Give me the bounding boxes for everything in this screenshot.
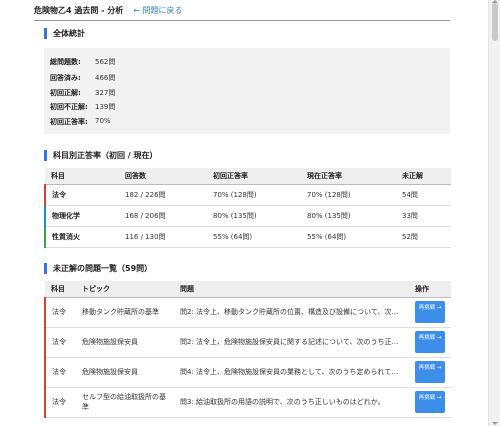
- scroll-down-arrow-icon[interactable]: [492, 422, 498, 425]
- action-cell: 再挑戦 →: [409, 357, 451, 388]
- summary-row-first-wrong: 初回不正解: 139問: [50, 102, 115, 112]
- subject-cell: 法令: [44, 184, 119, 206]
- summary-value: 327問: [95, 89, 116, 97]
- retry-button[interactable]: 再挑戦 →: [415, 331, 445, 353]
- unsolved-cell: 52問: [396, 226, 451, 248]
- summary-label: 初回正答率:: [50, 118, 88, 126]
- vertical-scrollbar[interactable]: [488, 0, 500, 426]
- summary-row-total: 総問題数: 562問: [50, 57, 115, 67]
- page-title: 危険物乙4 過去問 - 分析: [34, 5, 124, 15]
- summary-row-first-correct: 初回正解: 327問: [50, 88, 115, 98]
- column-header: 科目: [45, 281, 76, 298]
- column-header: 科目: [45, 168, 119, 185]
- unsolved-cell: 54問: [396, 184, 451, 206]
- summary-label: 初回正解:: [50, 89, 81, 97]
- subject-cell: 法令: [44, 297, 76, 328]
- unsolved-cell: 33問: [396, 205, 451, 227]
- summary-panel: 総問題数: 562問 回答済み: 466問 初回正解: 327問 初回不正解: …: [44, 48, 450, 134]
- first-rate-cell: 55% (64問): [207, 226, 301, 248]
- action-cell: 再挑戦 →: [409, 297, 451, 328]
- action-cell: 再挑戦 →: [409, 387, 451, 418]
- column-header: 現在正答率: [301, 168, 396, 185]
- subject-accuracy-table: 科目 回答数 初回正答率 現在正答率 未正解 法令 182 / 226問 70%…: [44, 168, 451, 248]
- question-cell: 問2: 法令上、危険物施設保安員に関する記述について、次のうち正…: [174, 327, 409, 358]
- header-divider: [34, 20, 450, 21]
- summary-label: 総問題数:: [50, 58, 81, 66]
- answered-cell: 182 / 226問: [119, 184, 207, 206]
- summary-label: 初回不正解:: [50, 103, 88, 111]
- question-cell: 問2: 法令上、移動タンク貯蔵所の位置、構造及び設備について、次…: [174, 297, 409, 328]
- column-header: 回答数: [119, 168, 207, 185]
- topic-cell: 移動タンク貯蔵所の基準: [76, 297, 174, 328]
- subject-section-title: 科目別正答率（初回 / 現在）: [44, 150, 158, 161]
- summary-value: 466問: [95, 74, 116, 82]
- question-cell: 問3: 給油取扱所の用語の説明で、次のうち正しいものはどれか。: [174, 387, 409, 418]
- retry-button[interactable]: 再挑戦 →: [415, 301, 445, 323]
- table-row: 性質消火 116 / 130問 55% (64問) 55% (64問) 52問: [44, 226, 451, 248]
- column-header: トピック: [76, 281, 174, 298]
- retry-button[interactable]: 再挑戦 →: [415, 391, 445, 413]
- table-header-row: 科目 トピック 問題 操作: [45, 281, 451, 298]
- back-to-questions-link[interactable]: ← 問題に戻る: [133, 5, 182, 16]
- summary-label: 回答済み:: [50, 74, 81, 82]
- first-rate-cell: 80% (135問): [207, 205, 301, 227]
- column-header: 問題: [174, 281, 409, 298]
- column-header: 未正解: [396, 168, 451, 185]
- summary-value: 70%: [95, 117, 111, 125]
- summary-section-title: 全体統計: [44, 28, 85, 39]
- unsolved-questions-table: 科目 トピック 問題 操作 法令 移動タンク貯蔵所の基準 問2: 法令上、移動タ…: [44, 281, 451, 418]
- table-row: 法令 182 / 226問 70% (128問) 70% (128問) 54問: [44, 184, 451, 206]
- first-rate-cell: 70% (128問): [207, 184, 301, 206]
- topic-cell: 危険物施設保安員: [76, 357, 174, 388]
- subject-cell: 法令: [44, 327, 76, 358]
- column-header: 操作: [409, 281, 451, 298]
- column-header: 初回正答率: [207, 168, 301, 185]
- table-row: 法令 移動タンク貯蔵所の基準 問2: 法令上、移動タンク貯蔵所の位置、構造及び設…: [44, 297, 451, 328]
- unsolved-section-title: 未正解の問題一覧（59問）: [44, 263, 152, 274]
- answered-cell: 168 / 206問: [119, 205, 207, 227]
- question-cell: 問4: 法令上、危険物施設保安員の業務として、次のうち定められて…: [174, 357, 409, 388]
- subject-cell: 法令: [44, 357, 76, 388]
- subject-cell: 性質消火: [44, 226, 119, 248]
- table-row: 法令 危険物施設保安員 問2: 法令上、危険物施設保安員に関する記述について、次…: [44, 327, 451, 358]
- table-row: 法令 危険物施設保安員 問4: 法令上、危険物施設保安員の業務として、次のうち定…: [44, 357, 451, 388]
- subject-cell: 物理化学: [44, 205, 119, 227]
- topic-cell: セルフ型の給油取扱所の基準: [76, 387, 174, 418]
- answered-cell: 116 / 130問: [119, 226, 207, 248]
- summary-row-answered: 回答済み: 466問: [50, 73, 115, 83]
- current-rate-cell: 70% (128問): [301, 184, 396, 206]
- subject-cell: 法令: [44, 387, 76, 418]
- top-bar: 危険物乙4 過去問 - 分析 ← 問題に戻る: [34, 0, 450, 20]
- summary-value: 139問: [95, 103, 116, 111]
- analysis-page: 危険物乙4 過去問 - 分析 ← 問題に戻る 全体統計 総問題数: 562問 回…: [0, 0, 488, 426]
- table-row: 法令 セルフ型の給油取扱所の基準 問3: 給油取扱所の用語の説明で、次のうち正し…: [44, 387, 451, 418]
- scroll-thumb[interactable]: [492, 3, 498, 41]
- summary-value: 562問: [95, 58, 116, 66]
- summary-row-first-rate: 初回正答率: 70%: [50, 117, 111, 127]
- table-row: 物理化学 168 / 206問 80% (135問) 80% (135問) 33…: [44, 205, 451, 227]
- action-cell: 再挑戦 →: [409, 327, 451, 358]
- current-rate-cell: 80% (135問): [301, 205, 396, 227]
- retry-button[interactable]: 再挑戦 →: [415, 361, 445, 383]
- current-rate-cell: 55% (64問): [301, 226, 396, 248]
- topic-cell: 危険物施設保安員: [76, 327, 174, 358]
- table-header-row: 科目 回答数 初回正答率 現在正答率 未正解: [45, 168, 451, 185]
